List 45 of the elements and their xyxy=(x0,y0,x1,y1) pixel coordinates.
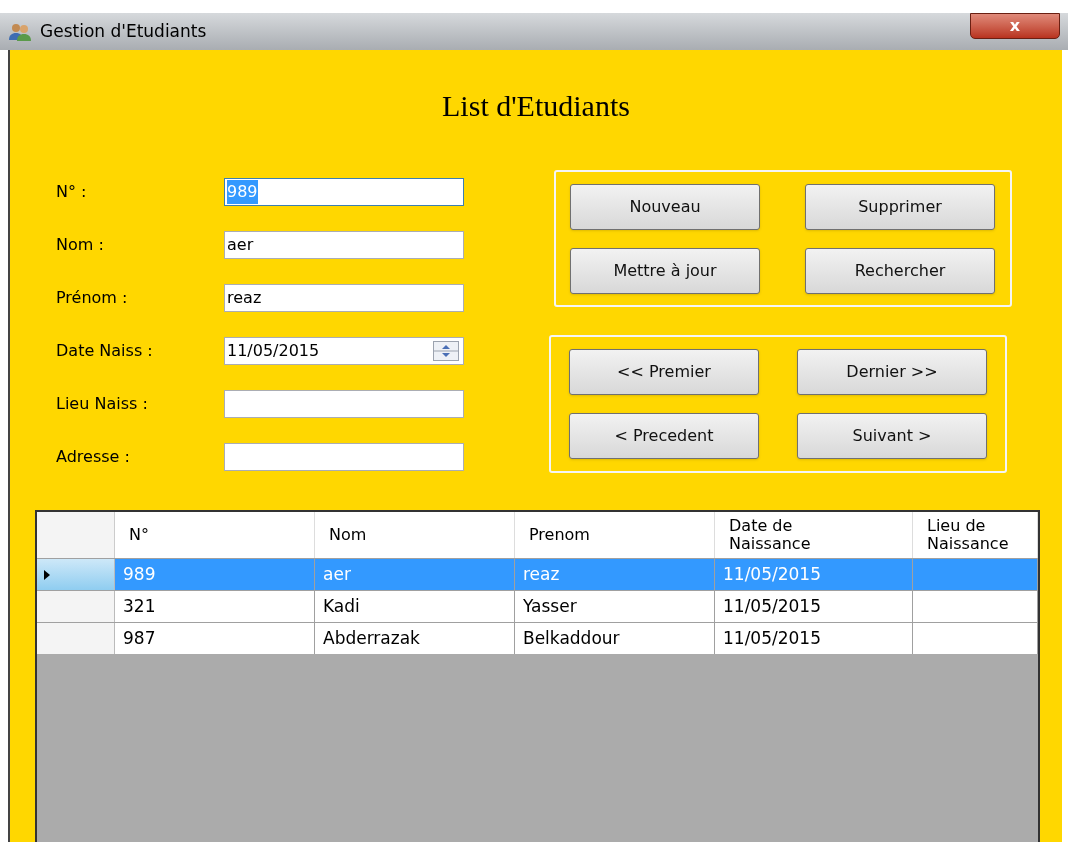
page-heading: List d'Etudiants xyxy=(442,87,630,124)
window-title: Gestion d'Etudiants xyxy=(40,19,207,43)
action-button[interactable]: Rechercher xyxy=(805,247,995,294)
table-cell: Belkaddour xyxy=(515,623,715,654)
table-cell: 987 xyxy=(115,623,315,654)
table-cell: reaz xyxy=(515,559,715,590)
table-cell: Yasser xyxy=(515,591,715,622)
text-field[interactable] xyxy=(224,390,464,418)
navigation-button[interactable]: << Premier xyxy=(569,349,759,395)
table-cell: Abderrazak xyxy=(315,623,515,654)
field-label: Nom : xyxy=(56,234,105,256)
field-label: N° : xyxy=(56,181,88,203)
action-button[interactable]: Supprimer xyxy=(805,183,995,230)
row-header[interactable] xyxy=(37,591,115,622)
people-icon xyxy=(8,21,32,42)
column-header[interactable]: N° xyxy=(115,512,315,558)
text-field[interactable] xyxy=(224,443,464,471)
row-header[interactable] xyxy=(37,623,115,654)
text-field[interactable]: aer xyxy=(224,231,464,259)
field-label: Prénom : xyxy=(56,287,129,309)
table-cell: 11/05/2015 xyxy=(715,559,913,590)
column-header[interactable]: Prenom xyxy=(515,512,715,558)
field-label: Lieu Naiss : xyxy=(56,393,149,415)
close-button[interactable]: x xyxy=(970,12,1060,39)
table-cell: Kadi xyxy=(315,591,515,622)
field-label: Date Naiss : xyxy=(56,340,154,362)
navigation-button[interactable]: Dernier >> xyxy=(797,349,987,395)
current-row-icon xyxy=(43,568,51,581)
table-cell: 11/05/2015 xyxy=(715,623,913,654)
date-picker[interactable]: 11/05/2015 xyxy=(224,337,464,365)
navigation-button[interactable]: < Precedent xyxy=(569,413,759,459)
table-cell: aer xyxy=(315,559,515,590)
table-cell: 321 xyxy=(115,591,315,622)
field-label: Adresse : xyxy=(56,446,131,468)
navigation-button[interactable]: Suivant > xyxy=(797,413,987,459)
action-button[interactable]: Mettre à jour xyxy=(570,247,760,294)
row-header[interactable] xyxy=(37,559,115,590)
column-header[interactable]: Date de Naissance xyxy=(715,512,913,558)
text-field[interactable]: reaz xyxy=(224,284,464,312)
table-cell: 989 xyxy=(115,559,315,590)
spinner-icon xyxy=(433,341,459,361)
table-cell: 11/05/2015 xyxy=(715,591,913,622)
action-button[interactable]: Nouveau xyxy=(570,183,760,230)
column-header[interactable]: Lieu de Naissance xyxy=(913,512,1038,558)
column-header[interactable]: Nom xyxy=(315,512,515,558)
